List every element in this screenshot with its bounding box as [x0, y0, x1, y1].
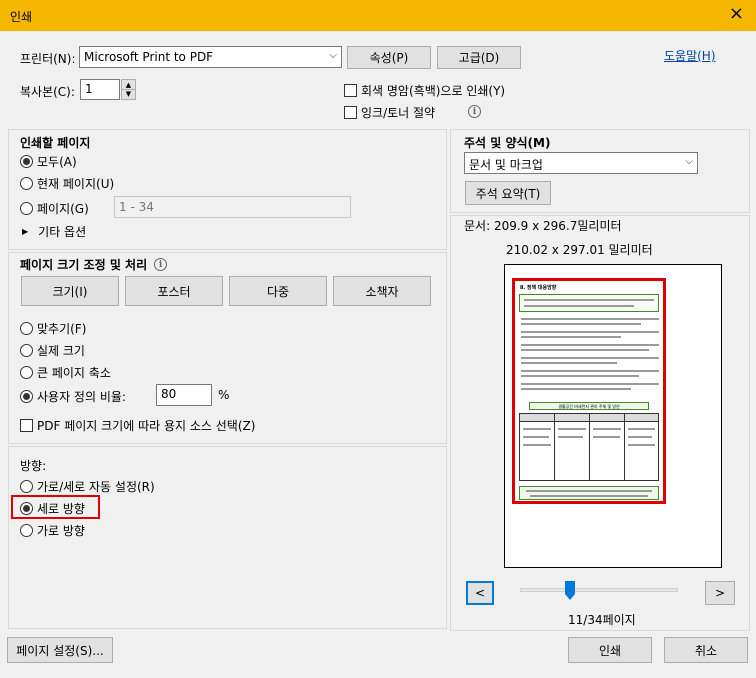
sizing-heading: 페이지 크기 조정 및 처리: [20, 258, 148, 272]
properties-button[interactable]: 속성(P): [347, 46, 431, 69]
grayscale-option[interactable]: 회색 명암(흑백)으로 인쇄(Y): [344, 82, 505, 99]
pdf-source-checkbox[interactable]: [20, 419, 33, 432]
page-preview: Ⅱ. 정책 대응방향 생활공간 미세먼지 관리 주체 및 방안: [504, 264, 722, 568]
comments-select[interactable]: 문서 및 마크업 ⌵: [464, 152, 698, 174]
printer-select[interactable]: Microsoft Print to PDF ⌵: [79, 46, 342, 68]
expand-arrow-icon: ▶: [22, 227, 29, 236]
fit-radio[interactable]: [20, 322, 33, 335]
page-range-radio[interactable]: [20, 202, 33, 215]
landscape-radio[interactable]: [20, 524, 33, 537]
auto-orientation-label: 가로/세로 자동 설정(R): [37, 480, 155, 494]
actual-size-label: 실제 크기: [37, 344, 85, 358]
pages-heading: 인쇄할 페이지: [20, 136, 91, 150]
doc-heading: Ⅱ. 정책 대응방향: [520, 285, 557, 291]
percent-label: %: [218, 388, 230, 402]
current-page-radio[interactable]: [20, 177, 33, 190]
portrait-option[interactable]: 세로 방향: [20, 500, 85, 517]
custom-scale-option[interactable]: 사용자 정의 비율:: [20, 388, 126, 405]
more-options-label: 기타 옵션: [38, 225, 87, 239]
page-range-label: 페이지(G): [37, 202, 89, 216]
document-size: 문서: 209.9 x 296.7밀리미터: [464, 219, 622, 233]
custom-scale-input[interactable]: 80: [156, 384, 212, 406]
prev-page-button[interactable]: <: [466, 581, 494, 605]
more-options-toggle[interactable]: ▶ 기타 옵션: [22, 223, 86, 240]
cancel-button[interactable]: 취소: [664, 637, 748, 663]
actual-size-radio[interactable]: [20, 344, 33, 357]
landscape-option[interactable]: 가로 방향: [20, 522, 85, 539]
save-ink-checkbox[interactable]: [344, 106, 357, 119]
content-highlight: Ⅱ. 정책 대응방향 생활공간 미세먼지 관리 주체 및 방안: [512, 278, 666, 504]
custom-scale-label: 사용자 정의 비율:: [37, 390, 126, 404]
pdf-source-label: PDF 페이지 크기에 따라 용지 소스 선택(Z): [37, 419, 256, 433]
copies-label: 복사본(C):: [20, 85, 75, 99]
pdf-source-option[interactable]: PDF 페이지 크기에 따라 용지 소스 선택(Z): [20, 417, 255, 434]
current-page-option[interactable]: 현재 페이지(U): [20, 175, 114, 192]
doc-footer-box: [519, 486, 659, 500]
title-bar: 인쇄 ×: [0, 0, 756, 31]
save-ink-label: 잉크/토너 절약: [361, 106, 436, 120]
page-indicator: 11/34페이지: [568, 613, 636, 627]
paper-size: 210.02 x 297.01 밀리미터: [506, 243, 653, 257]
doc-box-title: 생활공간 미세먼지 관리 주체 및 방안: [529, 402, 649, 410]
comments-heading: 주석 및 양식(M): [464, 136, 551, 150]
stepper-down-icon[interactable]: ▼: [122, 90, 135, 99]
page-setup-button[interactable]: 페이지 설정(S)...: [7, 637, 113, 663]
print-button[interactable]: 인쇄: [568, 637, 652, 663]
portrait-label: 세로 방향: [37, 502, 85, 516]
stepper-up-icon[interactable]: ▲: [122, 80, 135, 90]
printer-label: 프린터(N):: [20, 52, 76, 66]
shrink-option[interactable]: 큰 페이지 축소: [20, 364, 111, 381]
printer-selected-value: Microsoft Print to PDF: [84, 50, 214, 64]
fit-option[interactable]: 맞추기(F): [20, 320, 86, 337]
current-page-label: 현재 페이지(U): [37, 177, 115, 191]
tab-multiple[interactable]: 다중: [229, 276, 327, 306]
landscape-label: 가로 방향: [37, 524, 85, 538]
grayscale-label: 회색 명암(흑백)으로 인쇄(Y): [361, 84, 506, 98]
close-icon[interactable]: ×: [729, 4, 744, 24]
page-range-input[interactable]: 1 - 34: [114, 196, 351, 218]
tab-poster[interactable]: 포스터: [125, 276, 223, 306]
chevron-down-icon: ⌵: [685, 156, 693, 167]
all-pages-label: 모두(A): [37, 155, 77, 169]
window-title: 인쇄: [10, 10, 33, 24]
next-page-button[interactable]: >: [705, 581, 735, 605]
sizing-heading-row: 페이지 크기 조정 및 처리 i: [20, 256, 168, 273]
shrink-radio[interactable]: [20, 366, 33, 379]
save-ink-option[interactable]: 잉크/토너 절약: [344, 104, 435, 121]
grayscale-checkbox[interactable]: [344, 84, 357, 97]
doc-summary-box: [519, 294, 659, 312]
orientation-heading: 방향:: [20, 459, 47, 473]
comments-selected-value: 문서 및 마크업: [469, 158, 543, 172]
fit-label: 맞추기(F): [37, 322, 87, 336]
custom-scale-radio[interactable]: [20, 390, 33, 403]
portrait-radio[interactable]: [20, 502, 33, 515]
all-pages-option[interactable]: 모두(A): [20, 153, 77, 170]
summarize-comments-button[interactable]: 주석 요약(T): [465, 181, 551, 205]
info-icon[interactable]: i: [468, 105, 481, 118]
actual-size-option[interactable]: 실제 크기: [20, 342, 85, 359]
tab-size[interactable]: 크기(I): [21, 276, 119, 306]
advanced-button[interactable]: 고급(D): [437, 46, 521, 69]
chevron-down-icon: ⌵: [329, 50, 337, 61]
shrink-label: 큰 페이지 축소: [37, 366, 111, 380]
tab-booklet[interactable]: 소책자: [333, 276, 431, 306]
auto-orientation-radio[interactable]: [20, 480, 33, 493]
page-slider-thumb[interactable]: [564, 581, 575, 601]
all-pages-radio[interactable]: [20, 155, 33, 168]
help-link[interactable]: 도움말(H): [664, 47, 716, 64]
page-slider[interactable]: [520, 588, 678, 592]
page-range-option[interactable]: 페이지(G): [20, 200, 89, 217]
copies-input[interactable]: 1: [80, 79, 120, 100]
copies-stepper[interactable]: ▲ ▼: [121, 79, 136, 100]
info-icon[interactable]: i: [154, 258, 168, 271]
auto-orientation-option[interactable]: 가로/세로 자동 설정(R): [20, 478, 155, 495]
doc-table: [519, 413, 659, 481]
